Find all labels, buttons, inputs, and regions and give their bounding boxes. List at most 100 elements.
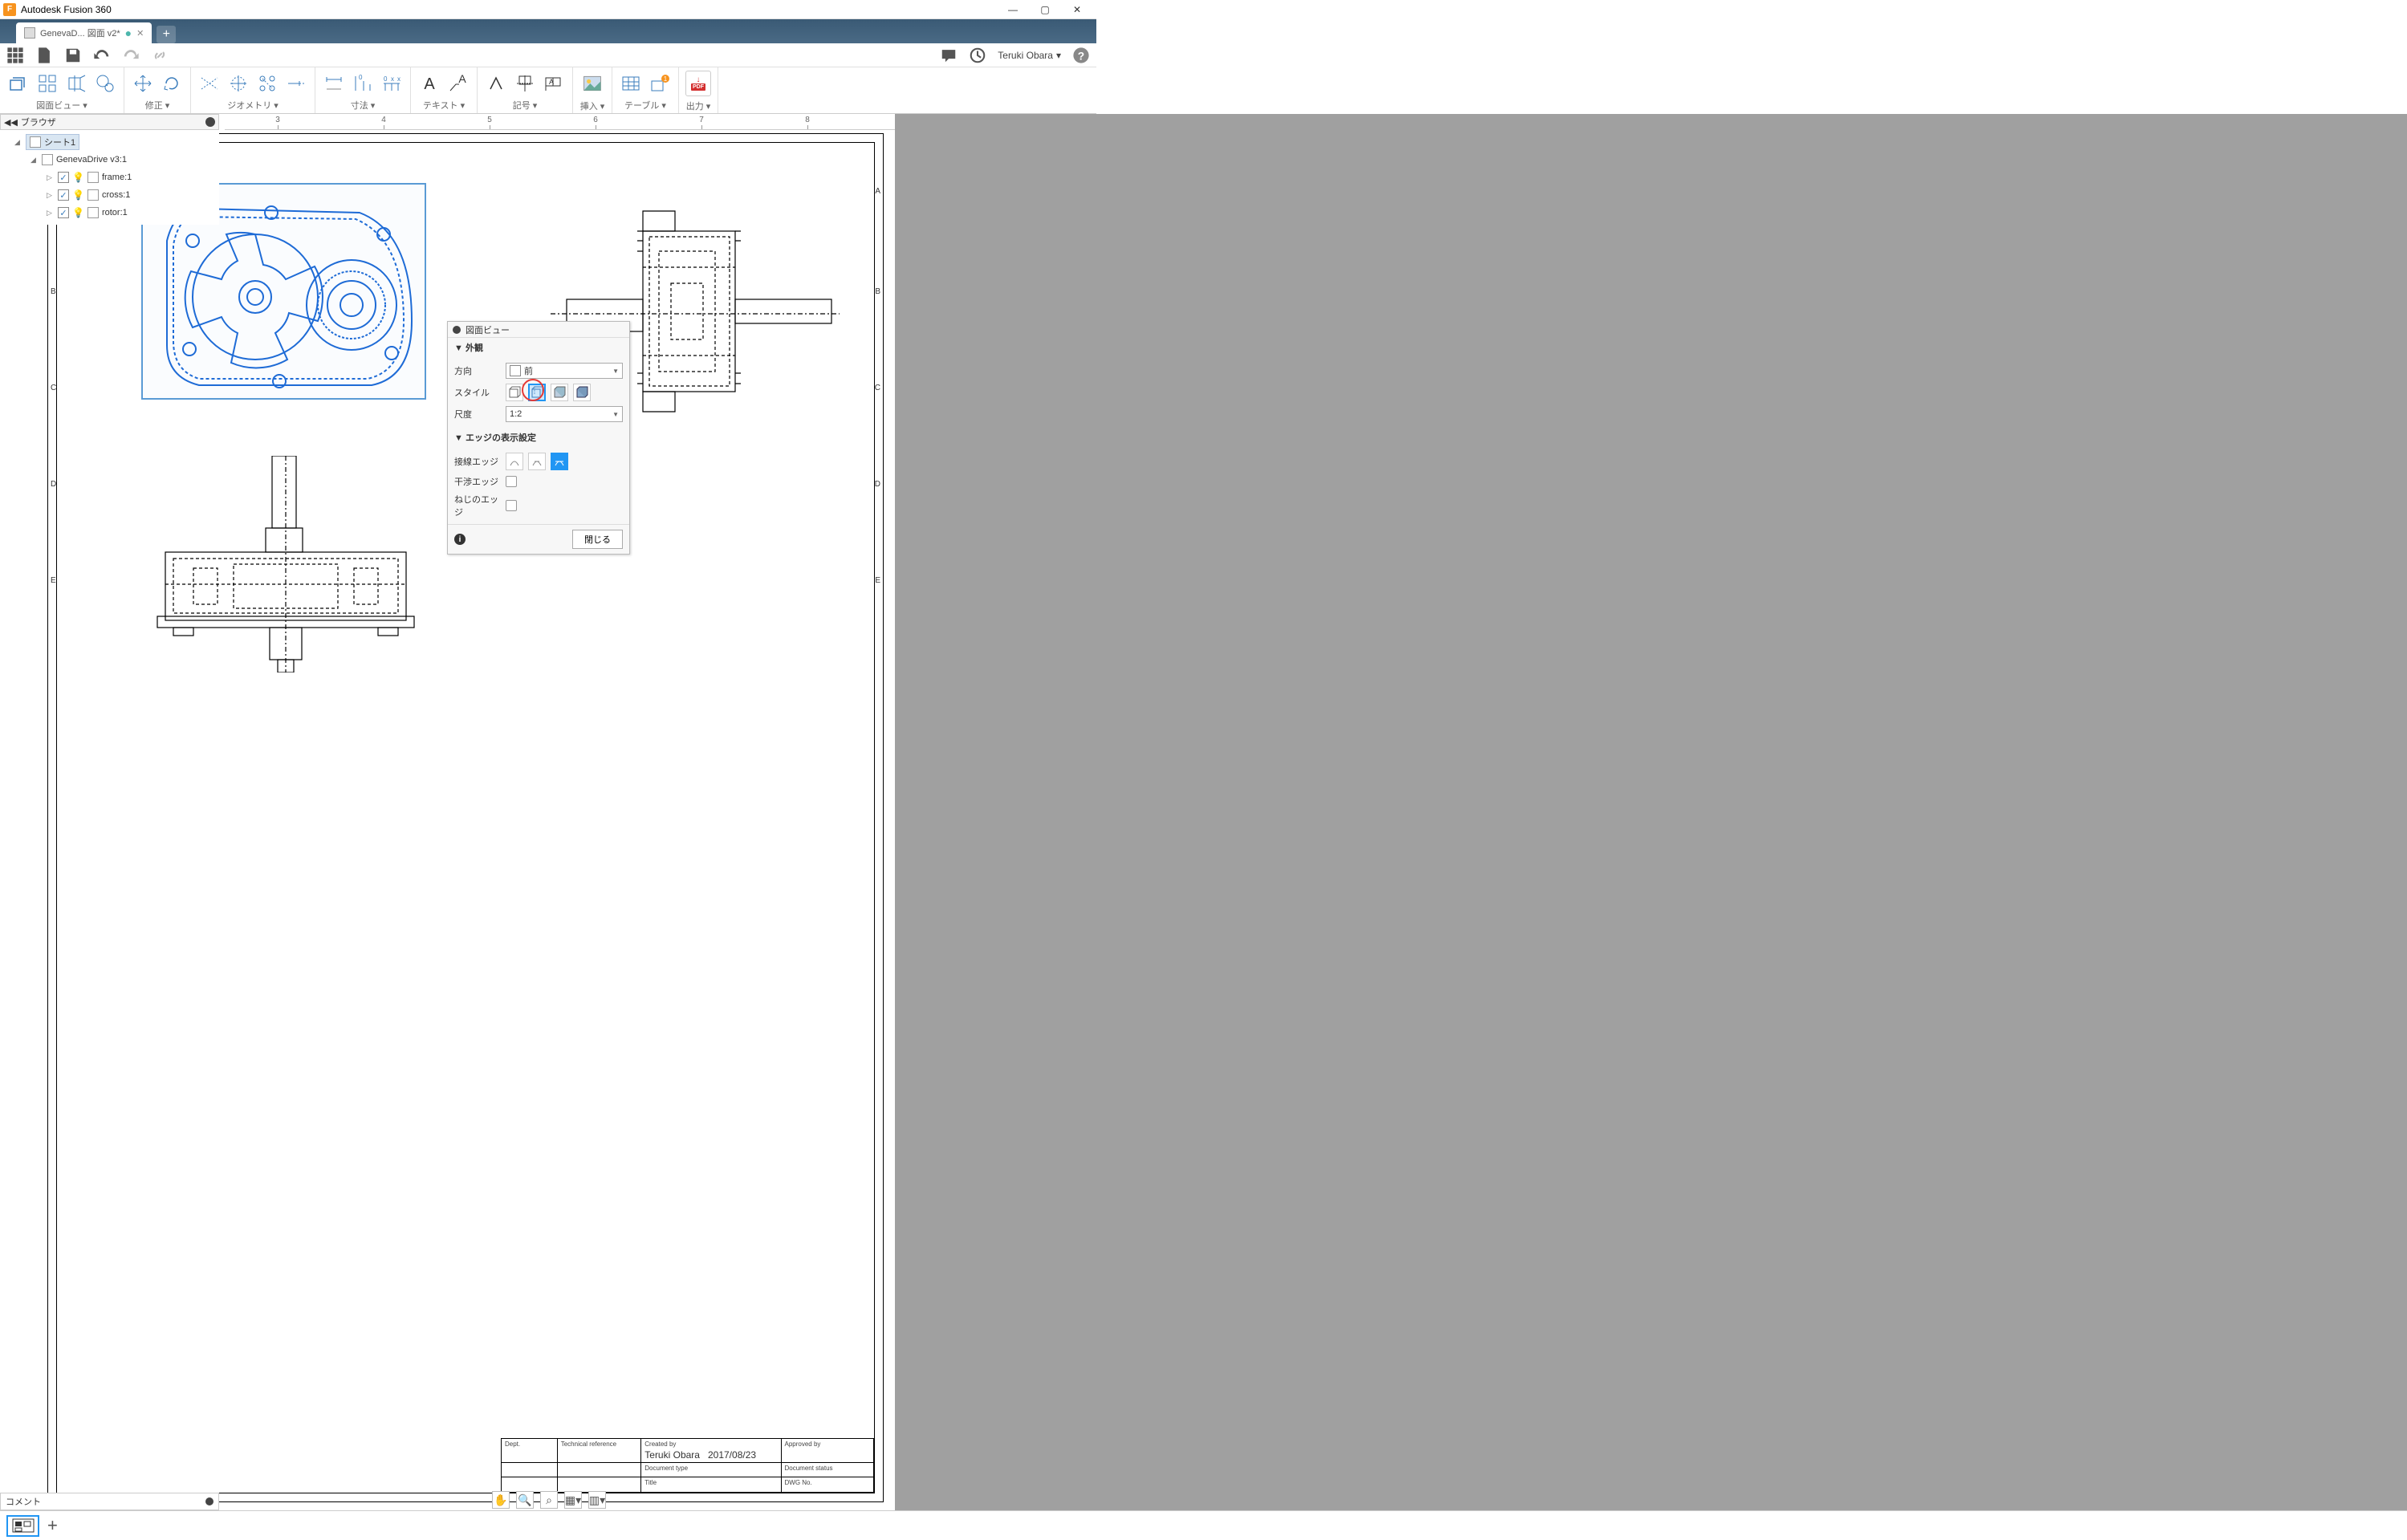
- close-tab-icon[interactable]: ✕: [136, 28, 144, 39]
- detail-view-icon[interactable]: [93, 71, 117, 95]
- visibility-checkbox[interactable]: ✓: [58, 207, 69, 218]
- dimension-icon[interactable]: [322, 71, 346, 95]
- ribbon-label[interactable]: 図面ビュー ▾: [6, 97, 117, 113]
- edge-extension-icon[interactable]: [284, 71, 308, 95]
- settings-dot-icon[interactable]: [205, 1497, 213, 1505]
- feature-control-frame-icon[interactable]: A: [542, 71, 566, 95]
- sheet-thumbnail[interactable]: [6, 1515, 39, 1537]
- insert-image-icon[interactable]: [579, 69, 605, 98]
- document-tab[interactable]: GenevaD... 図面 v2* ● ✕: [16, 22, 152, 43]
- collapse-icon[interactable]: ◀◀: [4, 117, 18, 128]
- new-tab-button[interactable]: +: [157, 26, 176, 43]
- comments-icon[interactable]: [940, 47, 958, 64]
- expand-icon[interactable]: ◢: [30, 156, 39, 165]
- undo-icon[interactable]: [93, 47, 111, 64]
- svg-text:A: A: [424, 75, 435, 93]
- interference-checkbox[interactable]: [506, 476, 517, 487]
- browser-title: ブラウザ: [21, 116, 56, 128]
- titleblock[interactable]: Dept. Technical reference Created byTeru…: [501, 1438, 874, 1493]
- style-shaded-icon[interactable]: [551, 384, 568, 401]
- orientation-dropdown[interactable]: 前 ▼: [506, 363, 623, 379]
- comment-panel[interactable]: コメント: [0, 1493, 219, 1510]
- ribbon-group-modify: 修正 ▾: [124, 67, 191, 113]
- projected-view-icon[interactable]: [35, 71, 59, 95]
- ribbon-label[interactable]: 修正 ▾: [131, 97, 184, 113]
- move-icon[interactable]: [131, 71, 155, 95]
- tree-item[interactable]: ▷ ✓ 💡 rotor:1: [14, 204, 216, 221]
- zoom-window-icon[interactable]: ⌕: [540, 1491, 558, 1509]
- component-icon: [42, 154, 53, 165]
- close-button[interactable]: 閉じる: [572, 530, 623, 549]
- lightbulb-icon[interactable]: 💡: [72, 172, 84, 183]
- tangent-short-icon[interactable]: [528, 453, 546, 470]
- section-edges[interactable]: ▼ エッジの表示設定: [448, 428, 629, 447]
- tree-item[interactable]: ▷ ✓ 💡 cross:1: [14, 186, 216, 204]
- center-mark-icon[interactable]: [226, 71, 250, 95]
- lightbulb-icon[interactable]: 💡: [72, 189, 84, 201]
- settings-dot-icon[interactable]: [205, 117, 215, 127]
- job-status-icon[interactable]: [969, 47, 986, 64]
- tangent-full-icon[interactable]: [551, 453, 568, 470]
- centerline-icon[interactable]: [197, 71, 222, 95]
- maximize-button[interactable]: ▢: [1029, 0, 1061, 19]
- display-settings-icon[interactable]: ▥▾: [588, 1491, 606, 1509]
- info-icon[interactable]: i: [454, 534, 466, 545]
- zoom-icon[interactable]: 🔍: [516, 1491, 534, 1509]
- ordinate-dimension-icon[interactable]: 0: [351, 71, 375, 95]
- baseline-dimension-icon[interactable]: 0xx: [380, 71, 404, 95]
- user-menu[interactable]: Teruki Obara ▾: [998, 50, 1061, 61]
- ribbon-label[interactable]: テーブル ▾: [619, 97, 672, 113]
- scale-dropdown[interactable]: 1:2 ▼: [506, 406, 623, 422]
- tree-sheet[interactable]: ◢ シート1: [14, 133, 216, 151]
- surface-texture-icon[interactable]: [484, 71, 508, 95]
- dialog-pin-icon[interactable]: [453, 326, 461, 334]
- balloon-icon[interactable]: 1: [648, 71, 672, 95]
- pan-icon[interactable]: ✋: [492, 1491, 510, 1509]
- ribbon-label[interactable]: 寸法 ▾: [322, 97, 404, 113]
- ribbon-label[interactable]: 記号 ▾: [484, 97, 566, 113]
- style-wireframe-icon[interactable]: [506, 384, 523, 401]
- tangent-off-icon[interactable]: [506, 453, 523, 470]
- link-icon[interactable]: [151, 47, 169, 64]
- minimize-button[interactable]: —: [997, 0, 1029, 19]
- leader-text-icon[interactable]: A: [446, 71, 470, 95]
- style-shaded-edges-icon[interactable]: [573, 384, 591, 401]
- add-sheet-button[interactable]: +: [47, 1515, 58, 1536]
- grid-menu-icon[interactable]: [6, 47, 24, 64]
- ribbon-label[interactable]: テキスト ▾: [417, 97, 470, 113]
- visibility-checkbox[interactable]: ✓: [58, 172, 69, 183]
- center-pattern-icon[interactable]: [255, 71, 279, 95]
- redo-icon[interactable]: [122, 47, 140, 64]
- save-icon[interactable]: [64, 47, 82, 64]
- file-menu-icon[interactable]: [35, 47, 53, 64]
- svg-text:1: 1: [664, 75, 668, 83]
- base-view-icon[interactable]: [6, 71, 30, 95]
- rotate-icon[interactable]: [160, 71, 184, 95]
- help-icon[interactable]: ?: [1072, 47, 1090, 64]
- expand-icon[interactable]: ▷: [47, 173, 55, 182]
- close-window-button[interactable]: ✕: [1061, 0, 1093, 19]
- ribbon-label[interactable]: 挿入 ▾: [579, 98, 605, 114]
- drawing-view-front[interactable]: [145, 456, 426, 672]
- expand-icon[interactable]: ▷: [47, 209, 55, 217]
- visibility-checkbox[interactable]: ✓: [58, 189, 69, 201]
- output-pdf-icon[interactable]: ↓ PDF: [685, 69, 711, 98]
- section-view-icon[interactable]: [64, 71, 88, 95]
- expand-icon[interactable]: ◢: [14, 138, 22, 147]
- fit-icon[interactable]: ▦▾: [564, 1491, 582, 1509]
- expand-icon[interactable]: ▷: [47, 191, 55, 200]
- table-icon[interactable]: [619, 71, 643, 95]
- thread-checkbox[interactable]: [506, 500, 517, 511]
- browser-header[interactable]: ◀◀ ブラウザ: [0, 114, 219, 130]
- style-hidden-visible-icon[interactable]: [528, 384, 546, 401]
- ribbon-label[interactable]: ジオメトリ ▾: [197, 97, 308, 113]
- datum-icon[interactable]: [513, 71, 537, 95]
- dialog-title[interactable]: 図面ビュー: [448, 322, 629, 338]
- ribbon-label[interactable]: 出力 ▾: [685, 98, 711, 114]
- lightbulb-icon[interactable]: 💡: [72, 207, 84, 218]
- tree-item[interactable]: ▷ ✓ 💡 frame:1: [14, 169, 216, 186]
- component-icon: [87, 207, 99, 218]
- section-appearance[interactable]: ▼ 外観: [448, 338, 629, 357]
- tree-root[interactable]: ◢ GenevaDrive v3:1: [14, 151, 216, 169]
- text-icon[interactable]: A: [417, 71, 441, 95]
